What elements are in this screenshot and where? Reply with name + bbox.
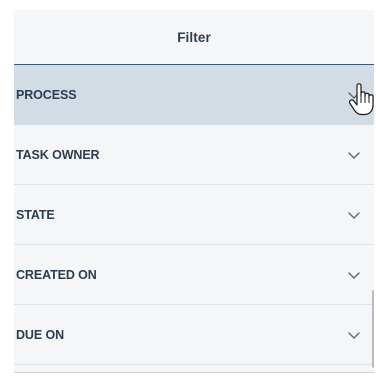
filter-label: TASK OWNER: [16, 147, 100, 162]
chevron-down-icon[interactable]: [348, 331, 360, 340]
filter-item-task-owner[interactable]: TASK OWNER: [14, 125, 374, 185]
chevron-down-icon[interactable]: [348, 271, 360, 280]
filter-title: Filter: [177, 29, 211, 45]
filter-label: CREATED ON: [16, 267, 97, 282]
chevron-down-icon[interactable]: [348, 151, 360, 160]
filter-label: PROCESS: [16, 88, 77, 102]
filter-item-process[interactable]: PROCESS: [14, 65, 374, 125]
filter-label: STATE: [16, 207, 55, 222]
chevron-down-icon[interactable]: [348, 92, 360, 100]
filter-label: DUE ON: [16, 327, 65, 342]
filter-item-state[interactable]: STATE: [14, 185, 374, 245]
chevron-down-icon[interactable]: [348, 211, 360, 220]
hand-pointer-icon: [348, 83, 374, 117]
filter-list: PROCESS TASK OWNER STATE CREATED ON DUE …: [14, 65, 374, 365]
scrollbar[interactable]: [372, 290, 374, 368]
filter-panel: Filter PROCESS TASK OWNER STATE CREATED …: [14, 10, 374, 373]
filter-header: Filter: [14, 10, 374, 65]
filter-item-due-on[interactable]: DUE ON: [14, 305, 374, 365]
filter-item-created-on[interactable]: CREATED ON: [14, 245, 374, 305]
